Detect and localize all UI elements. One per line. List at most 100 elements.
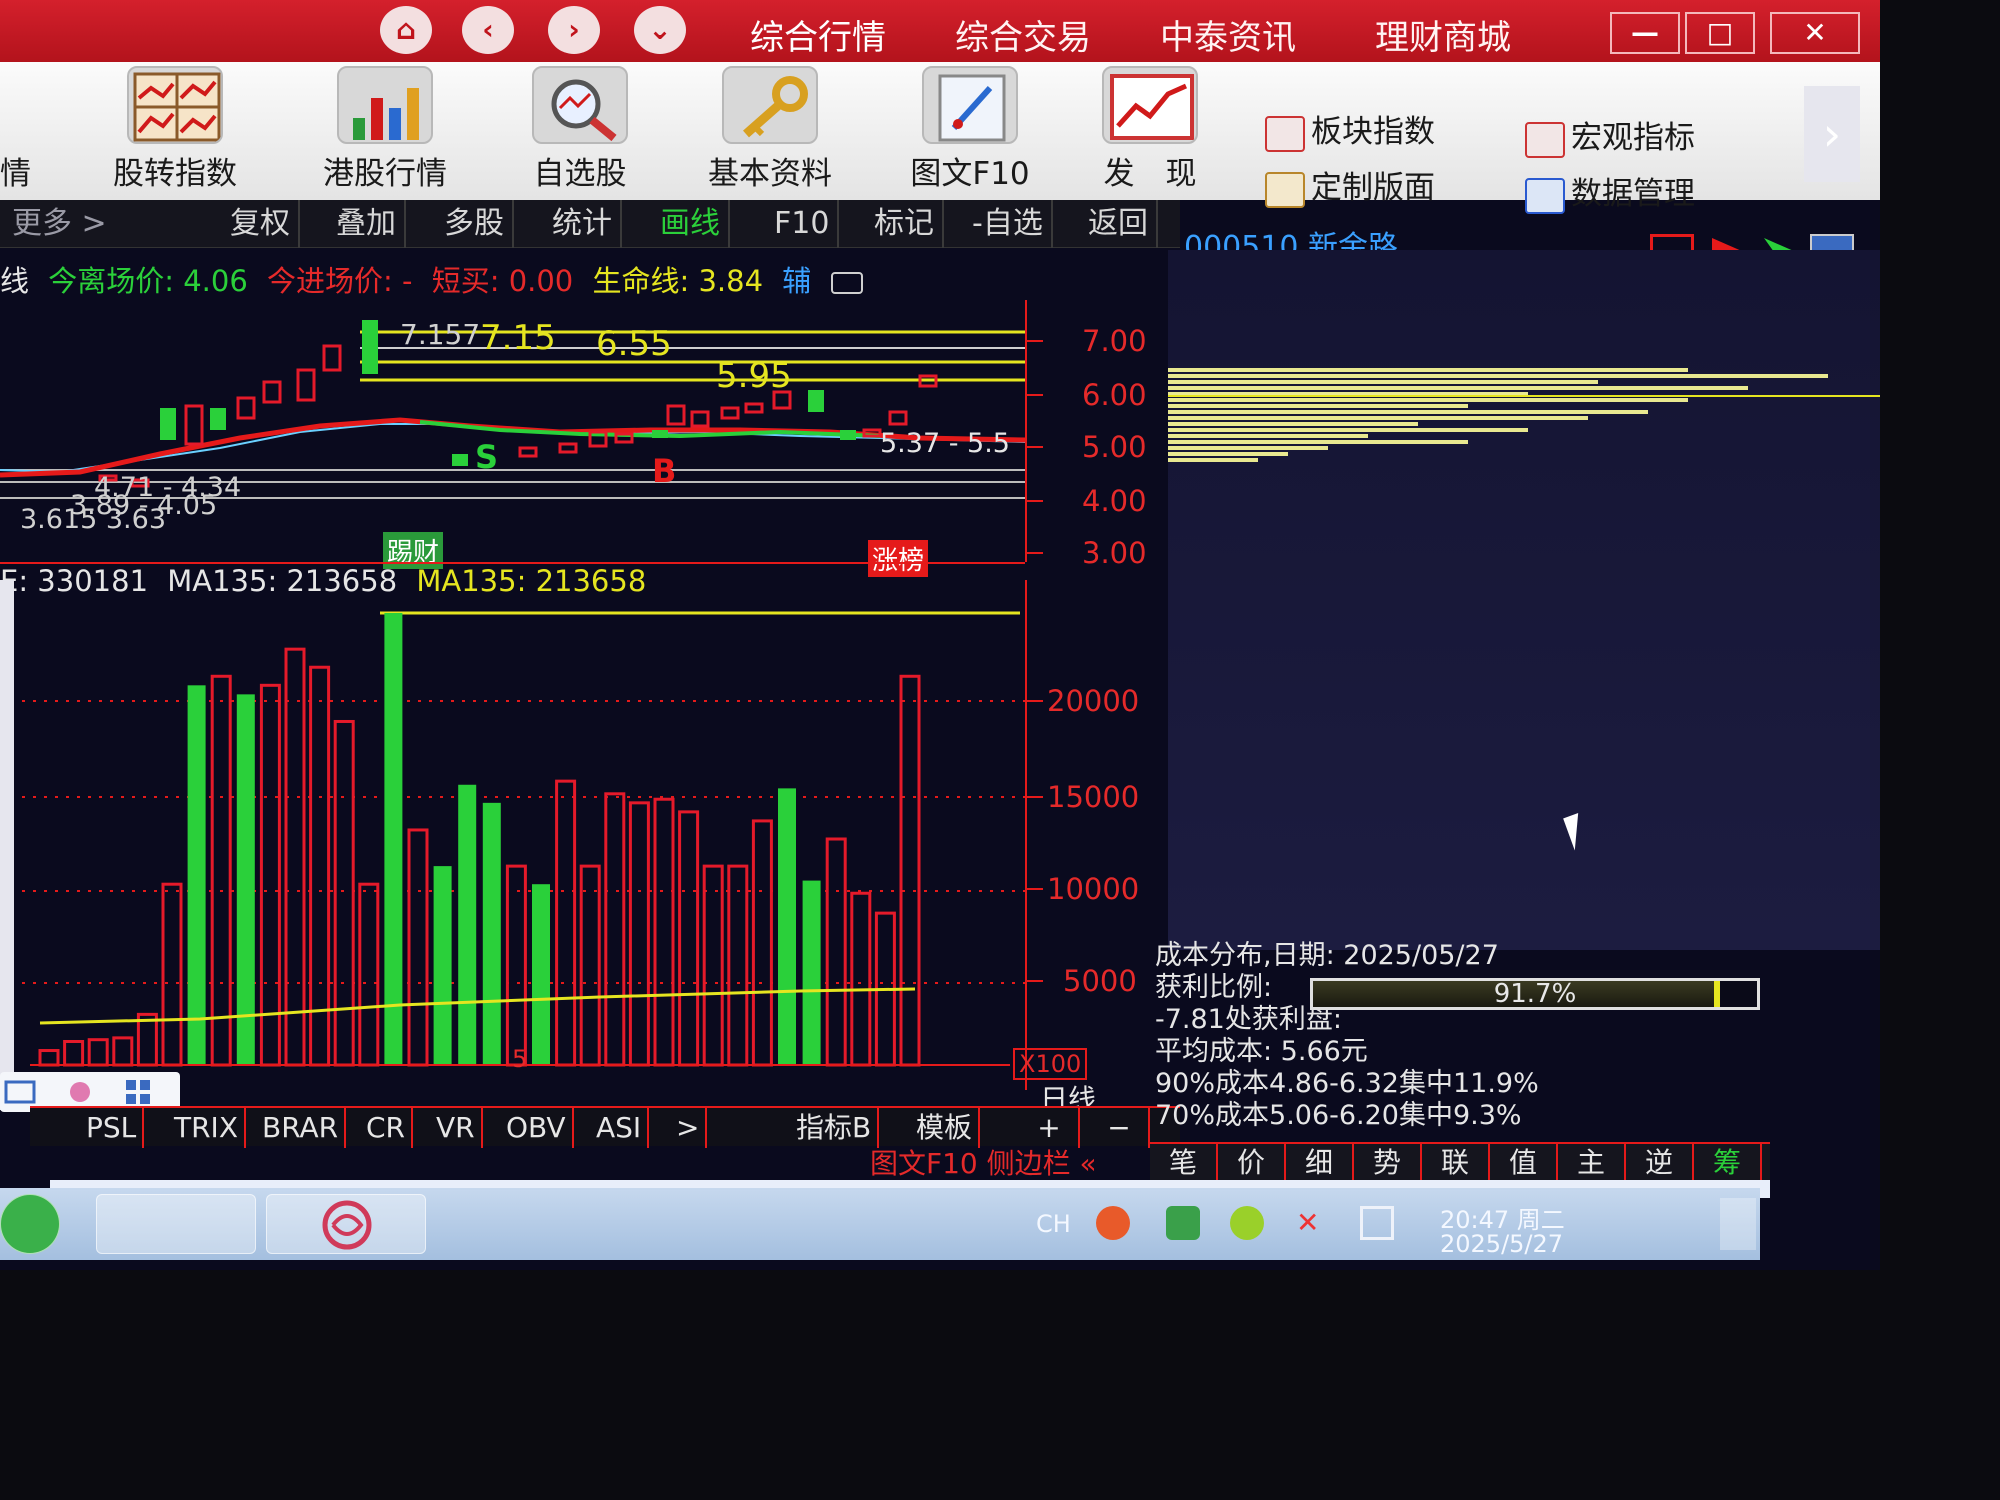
tab-indicator-obv[interactable]: OBV bbox=[500, 1108, 574, 1148]
tool-discover[interactable]: 发 现 bbox=[1065, 66, 1235, 193]
short-buy: 短买: 0.00 bbox=[431, 264, 574, 298]
tool-f10[interactable]: 图文F10 bbox=[885, 66, 1055, 193]
tab-detail[interactable]: 细 bbox=[1286, 1144, 1354, 1182]
volume-bar bbox=[284, 647, 306, 1067]
volume-bar bbox=[358, 882, 380, 1067]
volume-bar bbox=[505, 864, 527, 1067]
tab-restore-rights[interactable]: 复权 bbox=[222, 200, 300, 248]
tab-statistics[interactable]: 统计 bbox=[544, 200, 622, 248]
tab-reverse[interactable]: 逆 bbox=[1626, 1144, 1694, 1182]
tab-indicator-trix[interactable]: TRIX bbox=[168, 1108, 246, 1148]
candle bbox=[744, 402, 764, 414]
candle bbox=[690, 410, 710, 428]
macro-chart-icon bbox=[1525, 121, 1565, 158]
volume-bar bbox=[778, 788, 796, 1065]
main-toolbar: 情 股转指数 港股行情 自选股 基本资料 图文F10 发 现 板块指数 宏观指标… bbox=[0, 62, 1880, 214]
tab-remove-watch[interactable]: -自选 bbox=[964, 200, 1053, 248]
panel-toggle-icon[interactable] bbox=[830, 272, 863, 294]
price-tick-label: 4.00 bbox=[1082, 484, 1147, 518]
tab-main[interactable]: 主 bbox=[1558, 1144, 1626, 1182]
tab-mark[interactable]: 标记 bbox=[866, 200, 944, 248]
document-pen-icon bbox=[922, 66, 1018, 144]
axis-tick bbox=[1027, 700, 1043, 702]
dropdown-icon[interactable]: ⌄ bbox=[634, 6, 686, 54]
taskbar-app-broker[interactable] bbox=[266, 1194, 426, 1254]
language-indicator[interactable]: CH bbox=[1036, 1210, 1071, 1238]
security-shield-icon[interactable] bbox=[1166, 1206, 1200, 1240]
volume-bar bbox=[825, 837, 847, 1067]
partial-tool-label[interactable]: 情 bbox=[0, 148, 31, 193]
trend-line-icon bbox=[1102, 66, 1198, 144]
tab-return[interactable]: 返回 bbox=[1080, 200, 1158, 248]
tool-data-management[interactable]: 数据管理 bbox=[1525, 168, 1695, 214]
candle bbox=[236, 396, 256, 420]
volume-muted-icon[interactable]: ✕ bbox=[1296, 1206, 1330, 1240]
magnifier-icon bbox=[532, 66, 628, 144]
tool-hk-market[interactable]: 港股行情 bbox=[300, 66, 470, 193]
tab-news[interactable]: 中泰资讯 bbox=[1160, 10, 1296, 59]
tool-stock-transfer-index[interactable]: 股转指数 bbox=[90, 66, 260, 193]
tab-indicator-cr[interactable]: CR bbox=[360, 1108, 414, 1148]
layout-icon bbox=[1265, 171, 1305, 208]
tool-basic-info[interactable]: 基本资料 bbox=[685, 66, 855, 193]
candle bbox=[322, 344, 342, 372]
network-icon[interactable] bbox=[1360, 1206, 1394, 1240]
tab-value[interactable]: 值 bbox=[1490, 1144, 1558, 1182]
tab-price[interactable]: 价 bbox=[1218, 1144, 1286, 1182]
tool-custom-layout[interactable]: 定制版面 bbox=[1265, 162, 1435, 208]
close-button[interactable]: ✕ bbox=[1770, 12, 1860, 54]
tool-label: 图文F10 bbox=[910, 156, 1030, 192]
back-icon[interactable]: ‹ bbox=[462, 6, 514, 54]
maximize-button[interactable]: □ bbox=[1685, 12, 1755, 54]
chip-bar bbox=[1168, 404, 1468, 408]
tool-sector-index[interactable]: 板块指数 bbox=[1265, 106, 1435, 152]
aux-toggle[interactable]: 辅 bbox=[782, 264, 811, 298]
tab-link[interactable]: 联 bbox=[1422, 1144, 1490, 1182]
tab-indicator-next[interactable]: > bbox=[670, 1108, 708, 1148]
volume-axis: 20000 15000 10000 5000 bbox=[1025, 580, 1165, 1090]
tool-watchlist[interactable]: 自选股 bbox=[495, 66, 665, 193]
tab-draw-line[interactable]: 画线 bbox=[652, 200, 730, 248]
start-button[interactable] bbox=[0, 1194, 60, 1254]
candle bbox=[720, 406, 740, 420]
tab-f10[interactable]: F10 bbox=[766, 200, 840, 248]
tool-macro-indicator[interactable]: 宏观指标 bbox=[1525, 112, 1695, 158]
tab-indicator-brar[interactable]: BRAR bbox=[256, 1108, 347, 1148]
more-button[interactable]: 更多 > bbox=[4, 200, 115, 248]
volume-bar bbox=[433, 866, 452, 1065]
axis-tick bbox=[1027, 552, 1043, 554]
taskbar-app-explorer[interactable] bbox=[96, 1194, 256, 1254]
home-icon[interactable]: ⌂ bbox=[380, 6, 432, 54]
volume-tick-label: 15000 bbox=[1047, 780, 1140, 814]
tab-overlay[interactable]: 叠加 bbox=[328, 200, 406, 248]
plus-icon[interactable] bbox=[1230, 1206, 1264, 1240]
tab-indicator-b[interactable]: 指标B bbox=[790, 1108, 880, 1148]
forward-icon[interactable]: › bbox=[548, 6, 600, 54]
volume-bar bbox=[236, 694, 255, 1065]
toolbar-expand-button[interactable]: › bbox=[1804, 86, 1860, 182]
tab-trade[interactable]: 综合交易 bbox=[955, 10, 1091, 59]
tab-chips[interactable]: 筹 bbox=[1694, 1144, 1762, 1182]
left-scrollbar[interactable] bbox=[0, 580, 14, 1110]
tab-trend[interactable]: 势 bbox=[1354, 1144, 1422, 1182]
sogou-icon[interactable] bbox=[1096, 1206, 1130, 1240]
profit-ratio-text: 91.7% bbox=[1493, 979, 1577, 1009]
candle bbox=[210, 408, 226, 430]
chip-distribution-svg bbox=[1168, 368, 1880, 462]
tab-market[interactable]: 综合行情 bbox=[750, 10, 886, 59]
candle bbox=[808, 390, 824, 412]
tab-mall[interactable]: 理财商城 bbox=[1375, 10, 1511, 59]
tab-indicator-psl[interactable]: PSL bbox=[80, 1108, 145, 1148]
tab-indicator-asi[interactable]: ASI bbox=[590, 1108, 650, 1148]
tab-indicator-vr[interactable]: VR bbox=[430, 1108, 483, 1148]
zoom-out-button[interactable]: − bbox=[1090, 1108, 1150, 1148]
tab-multi-stock[interactable]: 多股 bbox=[436, 200, 514, 248]
clock-date[interactable]: 2025/5/27 bbox=[1440, 1230, 1563, 1258]
volume-bar bbox=[751, 819, 773, 1067]
sidebar-links[interactable]: 图文F10 侧边栏 « bbox=[870, 1142, 1097, 1182]
tab-trades[interactable]: 笔 bbox=[1150, 1144, 1218, 1182]
volume-bar bbox=[38, 1049, 60, 1067]
show-desktop-button[interactable] bbox=[1720, 1198, 1756, 1250]
volume-bar bbox=[482, 802, 501, 1065]
minimize-button[interactable]: — bbox=[1610, 12, 1680, 54]
